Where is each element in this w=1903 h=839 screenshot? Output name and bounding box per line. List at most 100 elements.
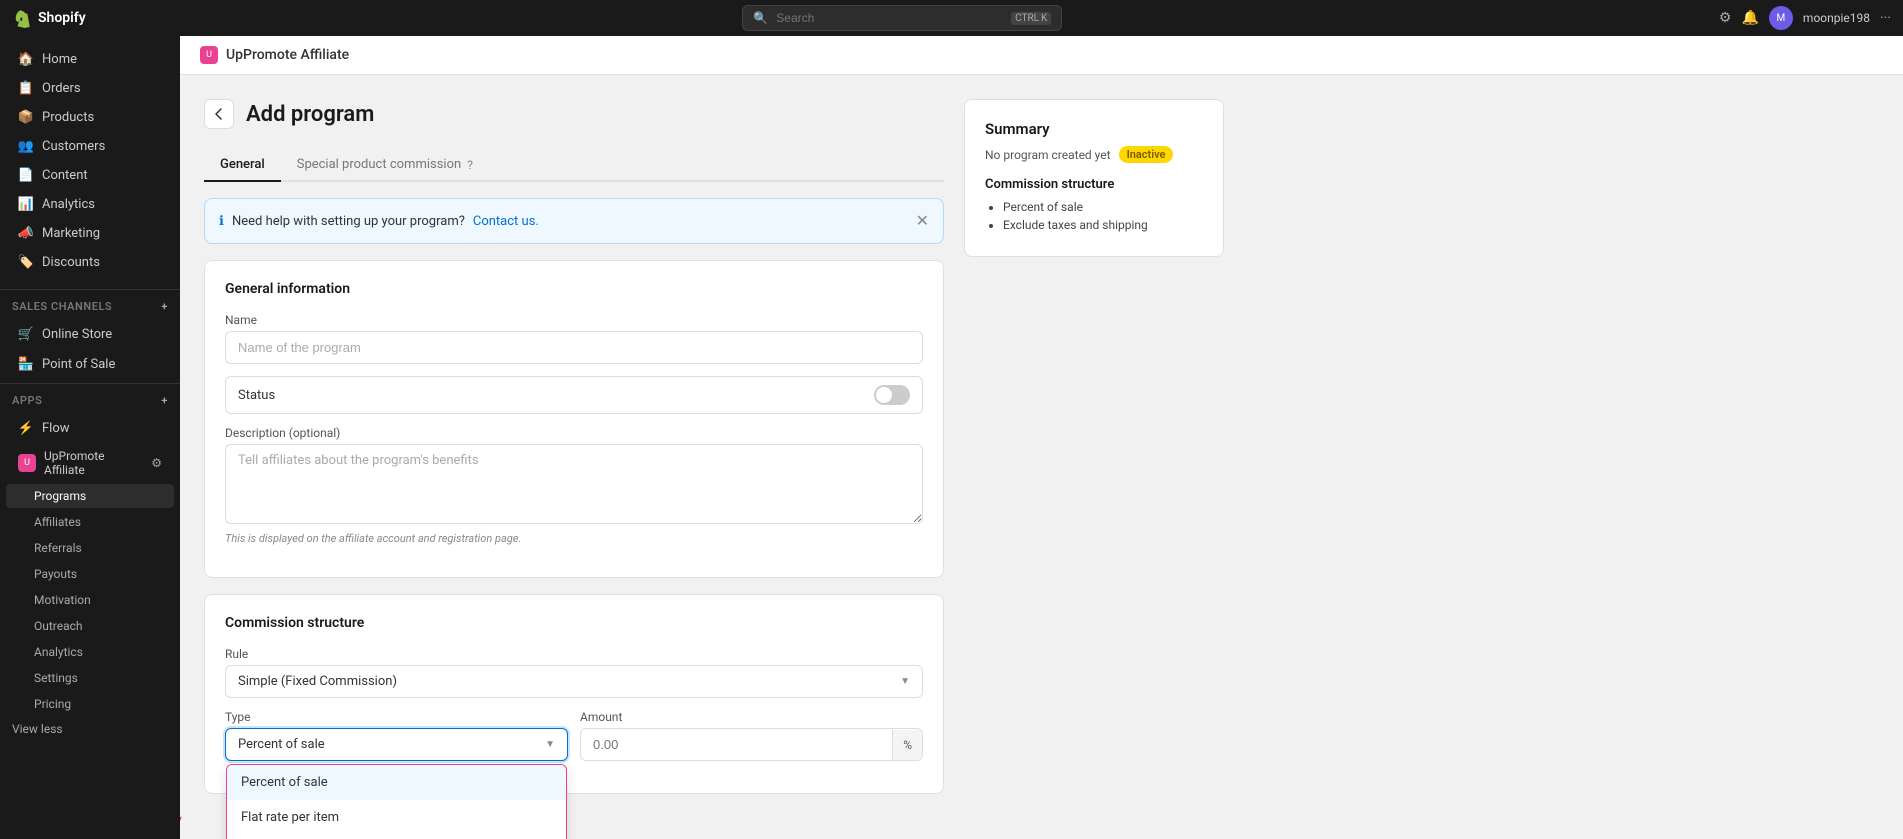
sidebar-item-uppromote[interactable]: U UpPromote Affiliate ⚙ [6,444,174,482]
tabs: General Special product commission ? [204,149,944,182]
sidebar-sub-motivation[interactable]: Motivation [6,588,174,612]
uppromote-icon: U [18,454,36,472]
expand-icon[interactable]: + [161,394,168,407]
marketing-icon: 📣 [18,225,34,241]
commission-title: Commission structure [225,615,923,631]
sidebar-divider-2 [0,383,180,384]
more-icon[interactable]: ··· [1880,10,1891,26]
status-row: Status [225,376,923,414]
inactive-badge: Inactive [1119,146,1174,163]
info-banner: ℹ Need help with setting up your program… [204,198,944,244]
tab-general[interactable]: General [204,149,281,182]
rule-value: Simple (Fixed Commission) [238,674,397,689]
arrow-annotation [180,760,225,839]
page-content: Add program General Special product comm… [180,75,1903,834]
contact-link[interactable]: Contact us. [473,214,539,229]
sidebar-item-customers[interactable]: 👥 Customers [6,132,174,160]
amount-input-wrapper: % [580,728,923,761]
page-title: Add program [246,102,374,127]
page-main: Add program General Special product comm… [204,99,944,810]
sidebar-sub-referrals[interactable]: Referrals [6,536,174,560]
brand-name: shopify [38,10,86,26]
sidebar-item-marketing[interactable]: 📣 Marketing [6,219,174,247]
app-header: U UpPromote Affiliate [180,36,1903,75]
amount-label: Amount [580,710,923,724]
topbar: shopify 🔍 CTRL K ⚙ 🔔 M moonpie198 ··· [0,0,1903,36]
dropdown-option-flat-rate-per-item[interactable]: Flat rate per item [227,800,566,835]
type-field: Type Percent of sale ▼ Percent of sale F… [225,710,568,761]
topbar-right: ⚙ 🔔 M moonpie198 ··· [1719,6,1891,30]
sidebar-sub-settings[interactable]: Settings [6,666,174,690]
sidebar-item-label: Discounts [42,255,100,270]
status-toggle[interactable] [874,385,910,405]
sidebar-item-label: Online Store [42,327,112,342]
summary-list-item-1: Percent of sale [1003,200,1203,214]
topbar-left: shopify [12,8,86,28]
help-icon[interactable]: ? [467,158,473,172]
customers-icon: 👥 [18,138,34,154]
sidebar-item-point-of-sale[interactable]: 🏪 Point of Sale [6,350,174,378]
home-icon: 🏠 [18,51,34,67]
sidebar-item-content[interactable]: 📄 Content [6,161,174,189]
sidebar-sub-affiliates[interactable]: Affiliates [6,510,174,534]
sidebar-item-discounts[interactable]: 🏷️ Discounts [6,248,174,276]
summary-commission-list: Percent of sale Exclude taxes and shippi… [985,200,1203,232]
description-field: Description (optional) This is displayed… [225,426,923,545]
description-hint: This is displayed on the affiliate accou… [225,532,923,545]
description-textarea[interactable] [225,444,923,524]
app-header-title: UpPromote Affiliate [226,47,349,63]
sidebar-item-label: Orders [42,81,81,96]
dropdown-option-percent-of-sale[interactable]: Percent of sale [227,765,566,800]
sales-channels-header: Sales channels + [0,294,180,319]
sidebar-item-flow[interactable]: ⚡ Flow [6,414,174,442]
content-icon: 📄 [18,167,34,183]
status-label: Status [238,388,275,403]
search-input[interactable] [776,11,1003,25]
search-bar[interactable]: 🔍 CTRL K [742,5,1062,31]
sidebar-sub-payouts[interactable]: Payouts [6,562,174,586]
type-select-wrapper: Percent of sale ▼ Percent of sale Flat r… [225,728,568,761]
amount-input[interactable] [581,729,892,760]
summary-status-row: No program created yet Inactive [985,146,1203,163]
view-less-link[interactable]: View less [0,717,180,741]
rule-field: Rule Simple (Fixed Commission) ▼ [225,647,923,698]
settings-small-icon[interactable]: ⚙ [151,456,162,470]
bell-icon[interactable]: 🔔 [1741,10,1758,26]
rule-select[interactable]: Simple (Fixed Commission) ▼ [226,666,922,697]
sidebar-sub-analytics[interactable]: Analytics [6,640,174,664]
tab-special-product[interactable]: Special product commission ? [281,149,489,182]
sidebar-item-label: Products [42,110,94,125]
sidebar-item-label: Customers [42,139,105,154]
type-select[interactable]: Percent of sale ▼ [226,729,567,760]
content-area: U UpPromote Affiliate Add program Genera… [180,36,1903,839]
sidebar-item-label: Home [42,52,77,67]
sidebar-item-online-store[interactable]: 🛒 Online Store [6,320,174,348]
sidebar-nav: 🏠 Home 📋 Orders 📦 Products 👥 Customers 📄… [0,36,180,285]
page-title-row: Add program [204,99,944,129]
back-button[interactable] [204,99,234,129]
flow-icon: ⚡ [18,420,34,436]
sidebar-item-orders[interactable]: 📋 Orders [6,74,174,102]
sidebar-item-home[interactable]: 🏠 Home [6,45,174,73]
sidebar-sub-pricing[interactable]: Pricing [6,692,174,716]
expand-icon[interactable]: + [161,300,168,313]
uppromote-label: UpPromote Affiliate [44,449,143,477]
settings-icon[interactable]: ⚙ [1719,10,1732,26]
online-store-icon: 🛒 [18,326,34,342]
sidebar-sub-outreach[interactable]: Outreach [6,614,174,638]
sidebar-sub-programs[interactable]: Programs [6,484,174,508]
amount-suffix: % [892,730,922,760]
sidebar-divider-1 [0,289,180,290]
summary-no-program-text: No program created yet [985,148,1111,162]
sidebar-item-analytics[interactable]: 📊 Analytics [6,190,174,218]
sidebar-item-label: Content [42,168,88,183]
analytics-icon: 📊 [18,196,34,212]
close-banner-button[interactable]: ✕ [916,211,929,231]
name-input[interactable] [225,331,923,364]
sidebar-item-products[interactable]: 📦 Products [6,103,174,131]
info-icon: ℹ [219,214,224,229]
shopify-logo: shopify [12,8,86,28]
dropdown-option-flat-rate-per-order[interactable]: Flat rate per order [227,835,566,839]
avatar[interactable]: M [1769,6,1793,30]
type-label: Type [225,710,568,724]
